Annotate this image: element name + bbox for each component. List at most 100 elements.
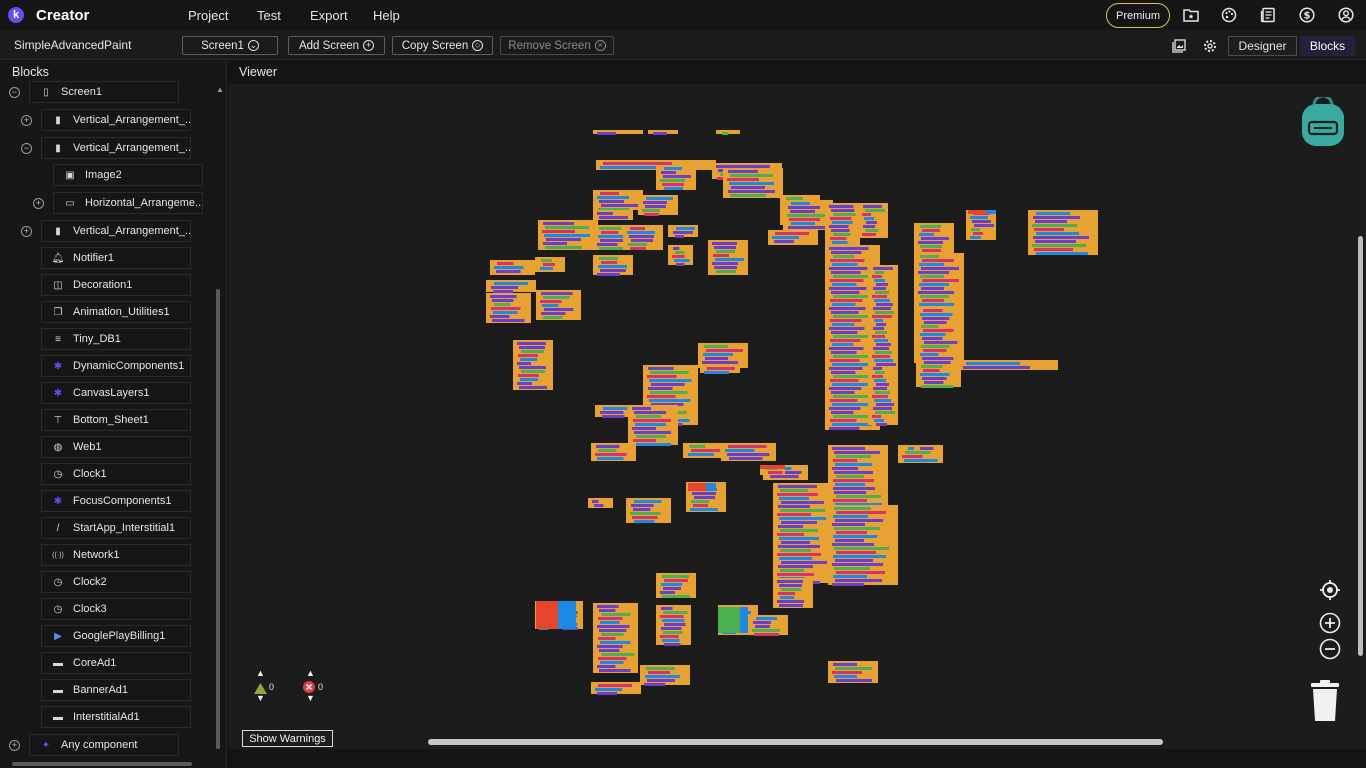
code-block-group[interactable] [773,578,813,608]
viewer-vertical-scrollbar[interactable] [1358,236,1363,656]
tree-item[interactable]: ✱ DynamicComponents1 [41,355,191,377]
tree-item[interactable]: ▶ GooglePlayBilling1 [41,625,191,647]
designer-button[interactable]: Designer [1228,36,1297,56]
backpack-icon[interactable] [1300,94,1346,147]
code-block-group[interactable] [593,255,633,276]
code-block-group[interactable] [626,498,671,523]
palette-icon[interactable] [1220,6,1238,24]
code-block-group[interactable] [723,168,783,198]
warning-up-arrow[interactable]: ▲ [256,668,265,678]
code-block-group[interactable] [966,210,996,240]
expand-icon[interactable]: + [21,115,32,126]
blocks-workspace[interactable]: ▲ 0 ▼ ▲ 0 ▼ Show Warnings [228,85,1366,747]
sidebar-horizontal-scrollbar[interactable] [12,762,192,766]
tree-item[interactable]: ((·)) Network1 [41,544,191,566]
menu-project[interactable]: Project [188,8,228,23]
code-block-group[interactable] [683,443,723,458]
copy-screen-button[interactable]: Copy Screen ○ [392,36,493,55]
account-icon[interactable] [1337,6,1355,24]
code-block-group[interactable] [958,360,1058,370]
viewer-horizontal-scrollbar[interactable] [428,739,1163,745]
value-block[interactable] [718,607,740,633]
collapse-icon[interactable]: − [9,87,20,98]
code-block-group[interactable] [593,130,643,135]
code-block-group[interactable] [656,573,696,598]
scroll-up-icon[interactable]: ▲ [216,85,224,94]
tree-item[interactable]: 🔔︎ Notifier1 [41,247,191,269]
tree-item[interactable]: ▬ CoreAd1 [41,652,191,674]
tree-item[interactable]: ▬ BannerAd1 [41,679,191,701]
tree-item[interactable]: ⊤ Bottom_Sheet1 [41,409,191,431]
code-block-group[interactable] [538,220,598,250]
code-block-group[interactable] [640,665,690,686]
code-block-group[interactable] [828,505,898,586]
warning-down-arrow[interactable]: ▼ [256,693,265,703]
code-block-group[interactable] [656,605,691,646]
tree-item[interactable]: ▣ Image2 [53,164,203,186]
code-block-group[interactable] [536,290,581,320]
code-block-group[interactable] [623,225,663,250]
code-block-group[interactable] [828,661,878,683]
code-block-group[interactable] [773,483,833,584]
value-block[interactable] [558,601,576,629]
value-block[interactable] [740,607,748,633]
tree-item[interactable]: ▮ Vertical_Arrangement_... [41,137,191,159]
code-block-group[interactable] [593,603,638,673]
tree-item[interactable]: ◍ Web1 [41,436,191,458]
menu-test[interactable]: Test [257,8,281,23]
code-block-group[interactable] [668,245,693,266]
code-block-group[interactable] [648,130,678,135]
app-logo[interactable]: k Creator [8,7,89,24]
tree-item[interactable]: ▮ Vertical_Arrangement_... [41,109,191,131]
code-block-group[interactable] [591,443,636,461]
code-block-group[interactable] [486,280,536,293]
blocks-canvas[interactable] [228,85,1366,747]
value-block[interactable] [968,210,986,214]
code-block-group[interactable] [868,265,898,426]
code-block-group[interactable] [638,195,678,216]
code-block-group[interactable] [768,230,818,245]
tree-item[interactable]: ❐ Animation_Utilities1 [41,301,191,323]
code-block-group[interactable] [595,405,630,418]
collapse-icon[interactable]: − [21,143,32,154]
value-block[interactable] [760,465,785,469]
code-block-group[interactable] [588,498,613,508]
expand-icon[interactable]: + [33,198,44,209]
error-down-arrow[interactable]: ▼ [306,693,315,703]
news-icon[interactable] [1259,6,1277,24]
tree-item[interactable]: ▯ Screen1 [29,81,179,103]
tree-item[interactable]: ▭ Horizontal_Arrangeme... [53,192,203,214]
value-block[interactable] [986,210,996,214]
gear-icon[interactable] [1201,37,1219,55]
code-block-group[interactable] [490,260,535,275]
code-block-group[interactable] [656,165,696,190]
expand-icon[interactable]: + [21,226,32,237]
recenter-icon[interactable] [1319,579,1341,601]
add-screen-button[interactable]: Add Screen + [288,36,385,55]
code-block-group[interactable] [591,682,641,695]
error-up-arrow[interactable]: ▲ [306,668,315,678]
code-block-group[interactable] [535,257,565,272]
code-block-group[interactable] [593,190,643,211]
code-block-group[interactable] [513,340,553,390]
zoom-in-icon[interactable] [1319,612,1341,634]
code-block-group[interactable] [668,225,698,238]
trash-icon[interactable] [1309,679,1341,723]
value-block[interactable] [706,483,716,491]
code-block-group[interactable] [628,405,678,446]
code-block-group[interactable] [900,445,920,451]
screen-select[interactable]: Screen1 ⌄ [182,36,278,55]
tree-item[interactable]: ✱ FocusComponents1 [41,490,191,512]
premium-button[interactable]: Premium [1106,3,1170,28]
expand-icon[interactable]: + [9,740,20,751]
tree-item[interactable]: ✱ CanvasLayers1 [41,382,191,404]
gallery-icon[interactable] [1170,37,1188,55]
tree-item[interactable]: ◷ Clock2 [41,571,191,593]
dollar-icon[interactable]: $ [1298,6,1316,24]
menu-help[interactable]: Help [373,8,400,23]
code-block-group[interactable] [698,343,748,368]
show-warnings-button[interactable]: Show Warnings [242,730,333,747]
zoom-out-icon[interactable] [1319,638,1341,660]
value-block[interactable] [536,601,558,629]
blocks-button[interactable]: Blocks [1300,36,1355,56]
